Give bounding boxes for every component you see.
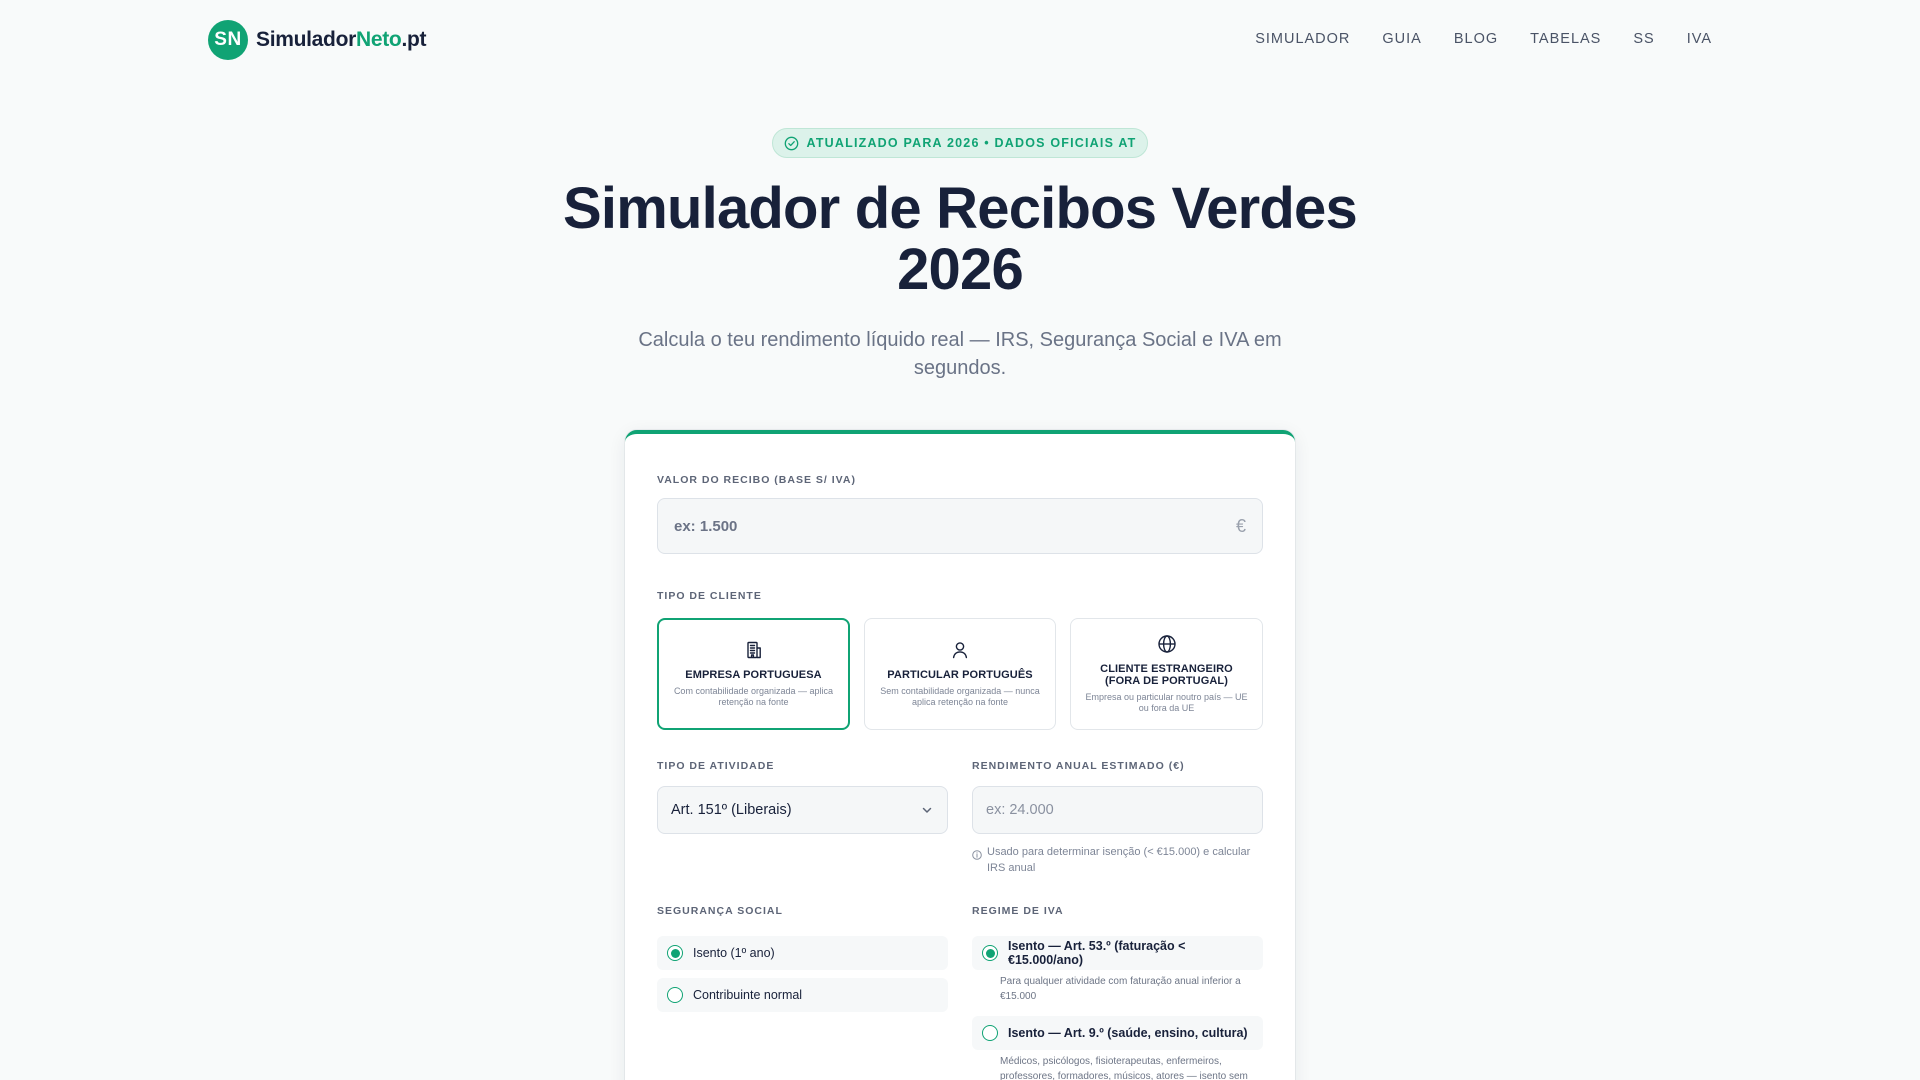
iva-option-art53[interactable]: Isento — Art. 53.º (faturação < €15.000/… [972,936,1263,970]
page-subtitle-line1: Calcula o teu rendimento líquido real — … [638,329,1282,351]
iva-option-label: Isento — Art. 9.º (saúde, ensino, cultur… [1008,1026,1248,1040]
page-title-line2: 2026 [897,237,1024,302]
client-option-desc: Sem contabilidade organizada — nunca apl… [880,686,1040,707]
annual-income-hint: Usado para determinar isenção (< €15.000… [972,844,1263,876]
client-option-estrangeiro[interactable]: CLIENTE ESTRANGEIRO (FORA DE PORTUGAL) E… [1070,618,1263,730]
logo-text-part1: Simulador [256,28,356,51]
receipt-value-input[interactable]: ex: 1.500 € [657,498,1263,554]
iva-option-desc: Médicos, psicólogos, fisioterapeutas, en… [1000,1056,1248,1080]
site-header: SN SimuladorNeto.pt SIMULADOR GUIA BLOG … [0,0,1920,80]
logo-text: SimuladorNeto.pt [256,28,427,52]
client-option-desc: Empresa ou particular noutro país — UE o… [1085,692,1248,713]
page-subtitle-line2: segundos. [913,357,1007,379]
check-circle-icon [784,136,798,150]
activity-type-value: Art. 151º (Liberais) [671,802,792,818]
receipt-value-placeholder: ex: 1.500 [674,517,738,535]
page-title: Simulador de Recibos Verdes 2026 [460,178,1460,300]
update-badge-text: ATUALIZADO PARA 2026 • DADOS OFICIAIS AT [806,136,1137,150]
client-type-label: TIPO DE CLIENTE [657,590,762,602]
update-badge: ATUALIZADO PARA 2026 • DADOS OFICIAIS AT [772,128,1148,158]
client-option-desc: Com contabilidade organizada — aplica re… [673,686,834,707]
activity-type-label: TIPO DE ATIVIDADE [657,760,775,772]
logo-text-part2: Neto [355,28,402,51]
nav-guia[interactable]: GUIA [1382,31,1421,47]
nav-simulador[interactable]: SIMULADOR [1255,31,1350,47]
value-label: VALOR DO RECIBO (BASE S/ IVA) [657,474,856,486]
chevron-down-icon [922,807,932,813]
radio-unselected-icon [667,987,683,1003]
annual-income-hint-text: Usado para determinar isenção (< €15.000… [987,846,1251,874]
iva-regime-label: REGIME DE IVA [972,905,1064,917]
nav-iva[interactable]: IVA [1687,31,1712,47]
social-security-label: SEGURANÇA SOCIAL [657,905,783,917]
globe-icon [1157,635,1176,653]
nav-blog[interactable]: BLOG [1454,31,1498,47]
iva-option-label: Isento — Art. 53.º (faturação < €15.000/… [1008,939,1186,967]
client-option-title: CLIENTE ESTRANGEIRO (FORA DE PORTUGAL) [1100,663,1233,687]
iva-option-art9[interactable]: Isento — Art. 9.º (saúde, ensino, cultur… [972,1016,1263,1050]
info-icon [972,850,982,860]
nav-tabelas[interactable]: TABELAS [1530,31,1601,47]
main-nav: SIMULADOR GUIA BLOG TABELAS SS IVA [1255,31,1712,47]
client-option-particular[interactable]: PARTICULAR PORTUGUÊS Sem contabilidade o… [864,618,1056,730]
ss-option-normal[interactable]: Contribuinte normal [657,978,948,1012]
ss-option-label: Isento (1º ano) [693,946,775,960]
ss-option-isento[interactable]: Isento (1º ano) [657,936,948,970]
nav-ss[interactable]: SS [1633,31,1654,47]
user-icon [952,642,968,659]
radio-selected-icon [982,945,998,961]
page-title-line1: Simulador de Recibos Verdes [563,176,1358,241]
annual-income-placeholder: ex: 24.000 [986,802,1054,818]
annual-income-label: RENDIMENTO ANUAL ESTIMADO (€) [972,760,1185,772]
activity-type-select[interactable]: Art. 151º (Liberais) [657,786,948,834]
client-option-title: PARTICULAR PORTUGUÊS [887,669,1033,681]
iva-option-desc: Para qualquer atividade com faturação an… [1000,976,1241,1002]
building-icon [746,641,761,659]
ss-option-label: Contribuinte normal [693,988,803,1002]
page-subtitle: Calcula o teu rendimento líquido real — … [620,326,1300,382]
site-logo[interactable]: SN SimuladorNeto.pt [208,20,427,60]
radio-selected-icon [667,945,683,961]
client-option-title: EMPRESA PORTUGUESA [685,669,822,681]
simulator-card: VALOR DO RECIBO (BASE S/ IVA) ex: 1.500 … [625,430,1295,1080]
client-option-empresa[interactable]: EMPRESA PORTUGUESA Com contabilidade org… [657,618,850,730]
logo-text-part3: .pt [401,28,427,51]
logo-badge: SN [208,20,248,60]
euro-icon: € [1235,515,1246,536]
annual-income-input[interactable]: ex: 24.000 [972,786,1263,834]
radio-unselected-icon [982,1025,998,1041]
